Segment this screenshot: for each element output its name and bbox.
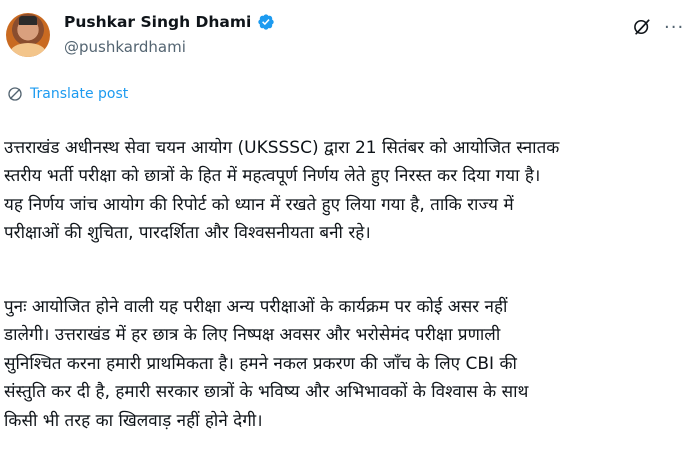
- more-icon[interactable]: ···: [664, 19, 684, 37]
- avatar-shoulders: [10, 43, 46, 57]
- grok-icon[interactable]: [632, 17, 652, 37]
- author-handle[interactable]: @pushkardhami: [64, 38, 186, 56]
- author-display-name[interactable]: Pushkar Singh Dhami: [64, 13, 251, 31]
- post-paragraph-1: उत्तराखंड अधीनस्थ सेवा चयन आयोग (UKSSSC)…: [4, 137, 560, 244]
- translate-post-label: Translate post: [30, 86, 129, 102]
- translate-post-link[interactable]: Translate post: [6, 85, 128, 103]
- post-text: उत्तराखंड अधीनस्थ सेवा चयन आयोग (UKSSSC)…: [4, 105, 676, 464]
- avatar-cap: [19, 16, 37, 25]
- globe-icon: [6, 85, 24, 103]
- verified-badge-icon[interactable]: [257, 13, 275, 31]
- author-name-row: Pushkar Singh Dhami: [64, 13, 275, 31]
- avatar[interactable]: [6, 13, 50, 57]
- post-paragraph-2: पुनः आयोजित होने वाली यह परीक्षा अन्य पर…: [4, 296, 529, 431]
